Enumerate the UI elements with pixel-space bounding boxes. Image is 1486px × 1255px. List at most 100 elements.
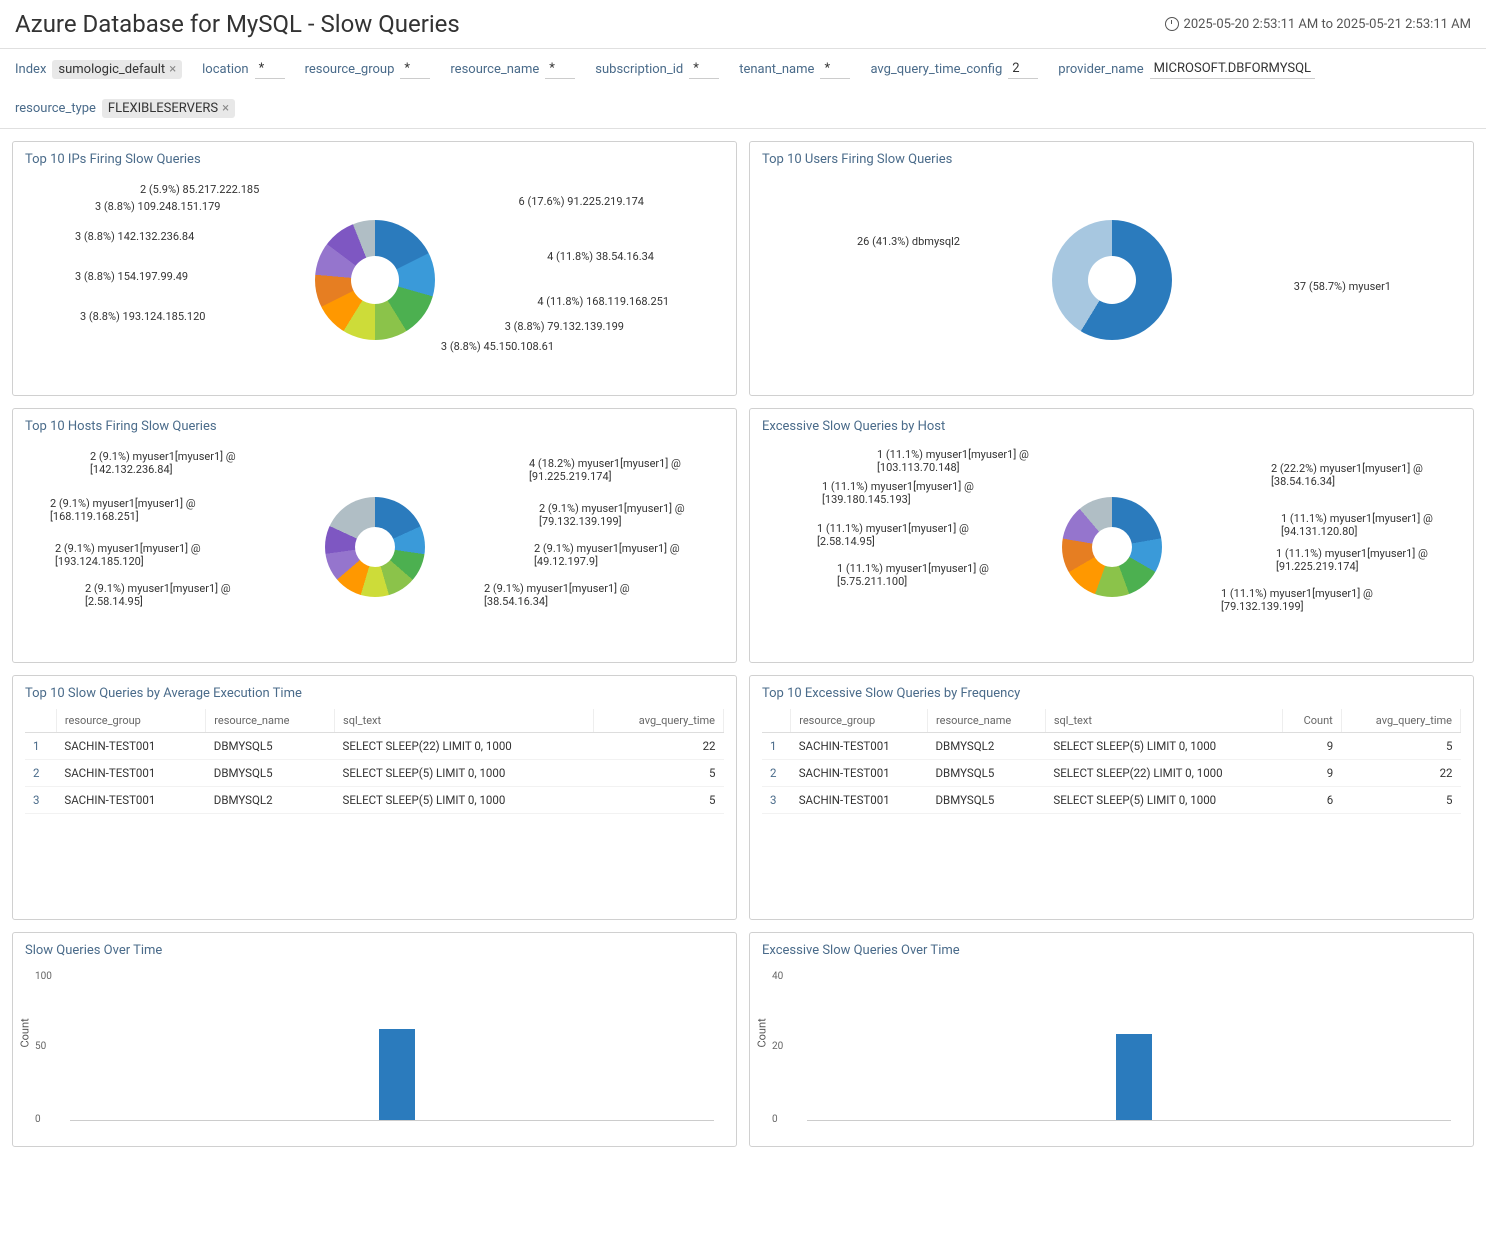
y-tick: 0 [35, 1114, 41, 1125]
y-tick: 0 [772, 1114, 778, 1125]
cell-time: 22 [1341, 760, 1460, 787]
cell-rn: DBMYSQL5 [927, 760, 1045, 787]
cell-sql: SELECT SLEEP(5) LIMIT 0, 1000 [1045, 787, 1282, 814]
y-tick: 20 [772, 1041, 783, 1052]
panel-title: Top 10 Excessive Slow Queries by Frequen… [762, 686, 1461, 701]
slice-label: 37 (58.7%) myuser1 [1294, 280, 1391, 293]
cell-idx: 1 [25, 733, 56, 760]
cell-rg: SACHIN-TEST001 [791, 787, 928, 814]
filter-index[interactable]: Index sumologic_default × [15, 60, 182, 79]
table-row[interactable]: 2 SACHIN-TEST001 DBMYSQL5 SELECT SLEEP(2… [762, 760, 1461, 787]
cell-rg: SACHIN-TEST001 [791, 760, 928, 787]
cell-sql: SELECT SLEEP(5) LIMIT 0, 1000 [335, 787, 594, 814]
cell-rn: DBMYSQL5 [927, 787, 1045, 814]
slice-label: 2 (9.1%) myuser1[myuser1] @ [2.58.14.95] [85, 582, 240, 608]
filter-resource-name[interactable]: resource_name * [450, 59, 575, 79]
filter-label: subscription_id [595, 62, 683, 77]
donut-icon [1062, 497, 1162, 597]
slice-label: 1 (11.1%) myuser1[myuser1] @ [91.225.219… [1276, 547, 1431, 573]
col-idx[interactable] [762, 709, 791, 733]
time-range[interactable]: 2025-05-20 2:53:11 AM to 2025-05-21 2:53… [1165, 17, 1471, 32]
filter-location[interactable]: location * [202, 59, 284, 79]
col-count[interactable]: Count [1282, 709, 1341, 733]
plot-area [807, 976, 1451, 1121]
bar[interactable] [379, 1029, 415, 1120]
close-icon[interactable]: × [169, 62, 176, 77]
filter-tenant-name[interactable]: tenant_name * [739, 59, 850, 79]
slice-label: 26 (41.3%) dbmysql2 [857, 235, 960, 248]
panel-title: Top 10 IPs Firing Slow Queries [25, 152, 724, 167]
filter-value[interactable]: * [820, 59, 850, 79]
close-icon[interactable]: × [222, 101, 229, 116]
chip-resource-type[interactable]: FLEXIBLESERVERS × [102, 99, 235, 118]
table-row[interactable]: 2 SACHIN-TEST001 DBMYSQL5 SELECT SLEEP(5… [25, 760, 724, 787]
col-resource-group[interactable]: resource_group [791, 709, 928, 733]
cell-idx: 3 [762, 787, 791, 814]
panel-top-ips: Top 10 IPs Firing Slow Queries 6 (17.6%)… [12, 141, 737, 396]
donut-chart-hosts[interactable]: 4 (18.2%) myuser1[myuser1] @ [91.225.219… [25, 442, 724, 652]
chip-index[interactable]: sumologic_default × [52, 60, 182, 79]
slice-label: 3 (8.8%) 154.197.99.49 [75, 270, 188, 283]
table-row[interactable]: 3 SACHIN-TEST001 DBMYSQL2 SELECT SLEEP(5… [25, 787, 724, 814]
slice-label: 2 (9.1%) myuser1[myuser1] @ [38.54.16.34… [484, 582, 639, 608]
cell-rn: DBMYSQL2 [927, 733, 1045, 760]
panel-title: Top 10 Hosts Firing Slow Queries [25, 419, 724, 434]
slice-label: 4 (11.8%) 168.119.168.251 [537, 295, 669, 308]
filter-resource-group[interactable]: resource_group * [305, 59, 431, 79]
panel-slow-over-time: Slow Queries Over Time Count 100 50 0 [12, 932, 737, 1147]
col-idx[interactable] [25, 709, 56, 733]
donut-chart-excessive-host[interactable]: 2 (22.2%) myuser1[myuser1] @ [38.54.16.3… [762, 442, 1461, 652]
panel-excessive-freq: Top 10 Excessive Slow Queries by Frequen… [749, 675, 1474, 920]
cell-sql: SELECT SLEEP(22) LIMIT 0, 1000 [335, 733, 594, 760]
cell-idx: 3 [25, 787, 56, 814]
table-wrap[interactable]: resource_group resource_name sql_text Co… [762, 709, 1461, 909]
donut-icon [1052, 220, 1172, 340]
bar-chart-slow[interactable]: Count 100 50 0 [25, 966, 724, 1136]
filter-avg-query-time[interactable]: avg_query_time_config 2 [870, 59, 1038, 79]
filter-subscription-id[interactable]: subscription_id * [595, 59, 719, 79]
cell-count: 6 [1282, 787, 1341, 814]
col-resource-name[interactable]: resource_name [927, 709, 1045, 733]
cell-idx: 2 [25, 760, 56, 787]
panel-title: Slow Queries Over Time [25, 943, 724, 958]
cell-time: 22 [593, 733, 723, 760]
filter-resource-type[interactable]: resource_type FLEXIBLESERVERS × [15, 99, 235, 118]
panel-slow-by-time: Top 10 Slow Queries by Average Execution… [12, 675, 737, 920]
filter-label: provider_name [1058, 62, 1143, 77]
slice-label: 3 (8.8%) 79.132.139.199 [505, 320, 624, 333]
panel-title: Top 10 Users Firing Slow Queries [762, 152, 1461, 167]
filter-provider-name[interactable]: provider_name MICROSOFT.DBFORMYSQL [1058, 59, 1315, 79]
panel-excessive-over-time: Excessive Slow Queries Over Time Count 4… [749, 932, 1474, 1147]
panel-top-hosts: Top 10 Hosts Firing Slow Queries 4 (18.2… [12, 408, 737, 663]
bar-chart-excessive[interactable]: Count 40 20 0 [762, 966, 1461, 1136]
table-row[interactable]: 1 SACHIN-TEST001 DBMYSQL5 SELECT SLEEP(2… [25, 733, 724, 760]
filter-value[interactable]: * [545, 59, 575, 79]
slice-label: 2 (5.9%) 85.217.222.185 [140, 183, 259, 196]
panel-title: Excessive Slow Queries Over Time [762, 943, 1461, 958]
table-row[interactable]: 3 SACHIN-TEST001 DBMYSQL5 SELECT SLEEP(5… [762, 787, 1461, 814]
filter-label: location [202, 62, 248, 77]
clock-icon [1165, 17, 1179, 31]
col-sql-text[interactable]: sql_text [335, 709, 594, 733]
col-avg-time[interactable]: avg_query_time [593, 709, 723, 733]
cell-count: 9 [1282, 733, 1341, 760]
panel-title: Excessive Slow Queries by Host [762, 419, 1461, 434]
table-wrap[interactable]: resource_group resource_name sql_text av… [25, 709, 724, 909]
table-row[interactable]: 1 SACHIN-TEST001 DBMYSQL2 SELECT SLEEP(5… [762, 733, 1461, 760]
col-resource-group[interactable]: resource_group [56, 709, 205, 733]
slice-label: 1 (11.1%) myuser1[myuser1] @ [2.58.14.95… [817, 522, 972, 548]
col-sql-text[interactable]: sql_text [1045, 709, 1282, 733]
bar[interactable] [1116, 1034, 1152, 1120]
col-resource-name[interactable]: resource_name [206, 709, 335, 733]
filter-value[interactable]: * [689, 59, 719, 79]
filter-value[interactable]: * [400, 59, 430, 79]
y-axis-label: Count [19, 1018, 32, 1047]
slice-label: 3 (8.8%) 193.124.185.120 [80, 310, 205, 323]
donut-chart-ips[interactable]: 6 (17.6%) 91.225.219.174 4 (11.8%) 38.54… [25, 175, 724, 385]
filter-value[interactable]: * [255, 59, 285, 79]
filter-value[interactable]: 2 [1008, 59, 1038, 79]
donut-chart-users[interactable]: 37 (58.7%) myuser1 26 (41.3%) dbmysql2 [762, 175, 1461, 385]
filter-value[interactable]: MICROSOFT.DBFORMYSQL [1150, 59, 1315, 79]
slice-label: 2 (9.1%) myuser1[myuser1] @ [193.124.185… [55, 542, 210, 568]
col-avg-time[interactable]: avg_query_time [1341, 709, 1460, 733]
